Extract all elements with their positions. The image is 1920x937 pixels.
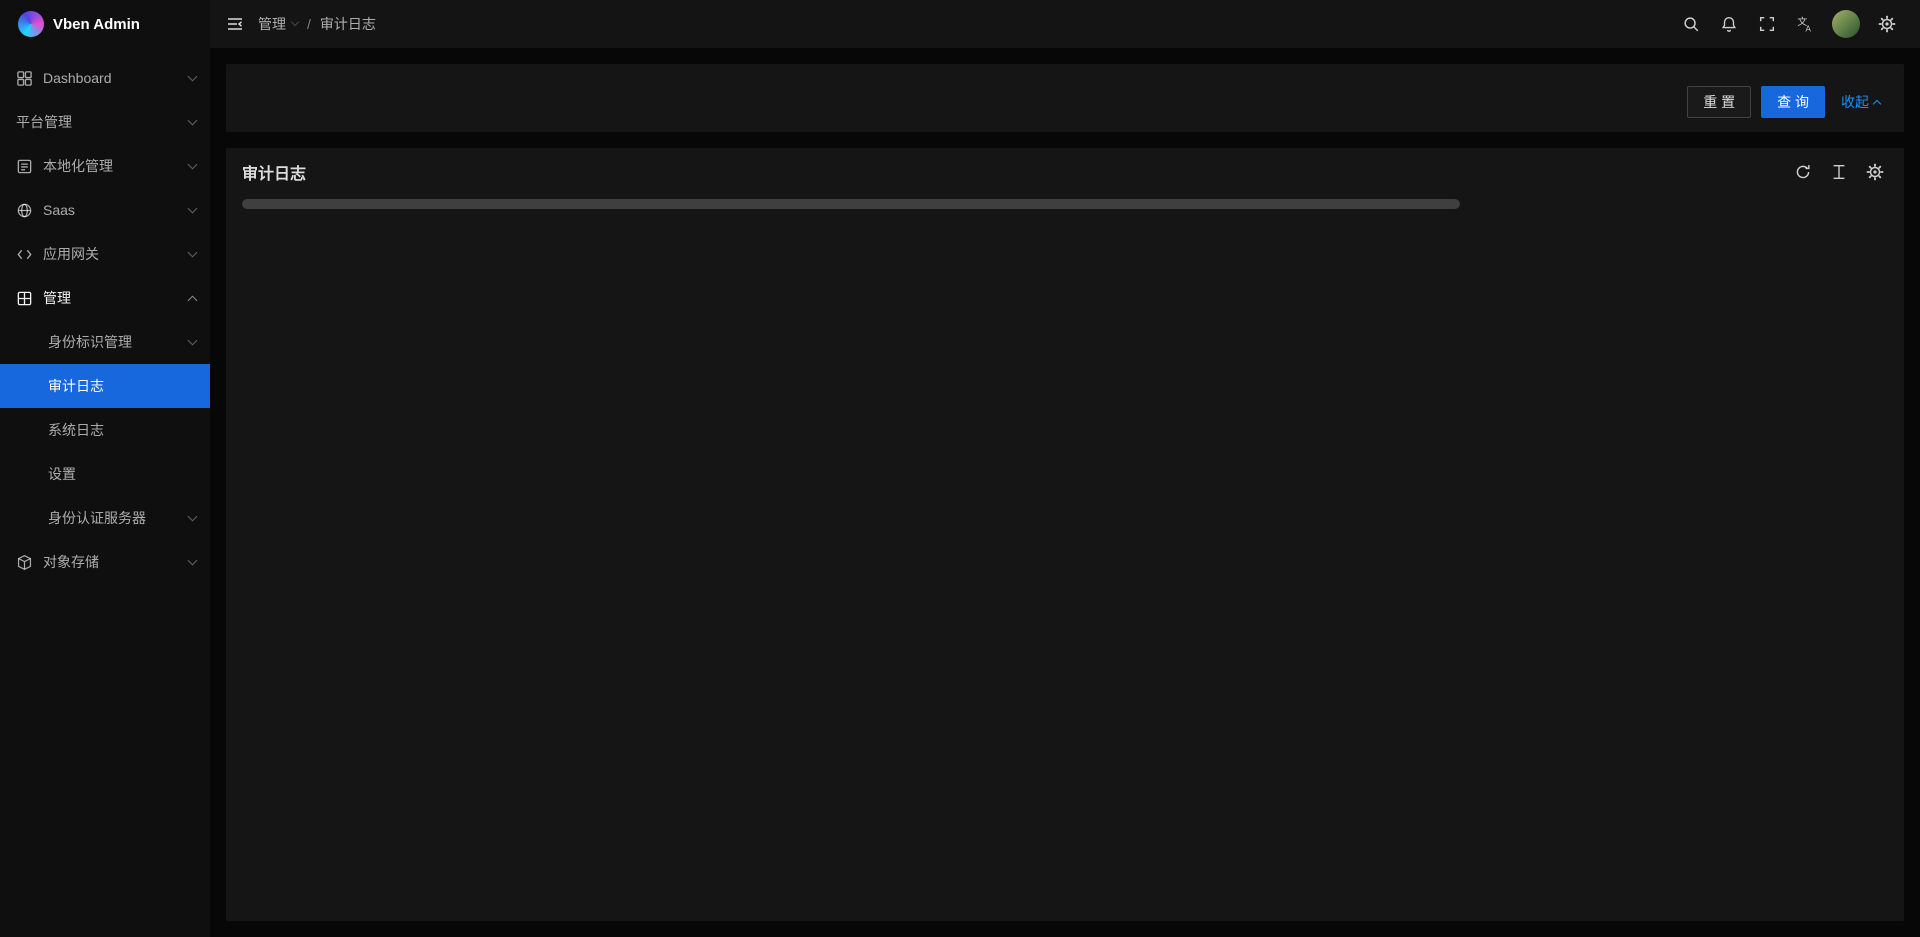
chevron-down-icon <box>188 511 198 521</box>
menu-item-label: 应用网关 <box>43 244 189 264</box>
query-button[interactable]: 查 询 <box>1761 86 1825 118</box>
header-actions: 文A <box>1674 7 1904 41</box>
logo-icon <box>18 11 44 37</box>
table-panel: 审计日志 <box>226 148 1904 921</box>
dashboard-icon <box>16 70 33 87</box>
gateway-icon <box>16 246 33 263</box>
reset-button[interactable]: 重 置 <box>1687 86 1751 118</box>
translate-icon[interactable]: 文A <box>1788 7 1822 41</box>
logo[interactable]: Vben Admin <box>0 0 210 48</box>
chevron-down-icon <box>188 555 198 565</box>
chevron-down-icon <box>188 247 198 257</box>
filter-panel: 重 置 查 询 收起 <box>226 64 1904 132</box>
table-toolbar <box>1790 159 1888 185</box>
sidebar-item-management[interactable]: 管理 <box>0 276 210 320</box>
horizontal-scrollbar[interactable] <box>242 199 1888 209</box>
svg-text:A: A <box>1805 25 1811 33</box>
storage-icon <box>16 554 33 571</box>
saas-icon <box>16 202 33 219</box>
avatar[interactable] <box>1832 10 1860 38</box>
fullscreen-icon[interactable] <box>1750 7 1784 41</box>
management-icon <box>16 290 33 307</box>
content: 重 置 查 询 收起 审计日志 <box>210 48 1920 937</box>
breadcrumb-current: 审计日志 <box>320 14 376 34</box>
breadcrumb-separator: / <box>307 16 311 32</box>
sidebar-item-localization[interactable]: 本地化管理 <box>0 144 210 188</box>
column-settings-icon[interactable] <box>1862 159 1888 185</box>
main-area: 管理 / 审计日志 文A 重 置 查 询 收起 <box>210 0 1920 937</box>
table-header-bar: 审计日志 <box>242 148 1888 196</box>
header: 管理 / 审计日志 文A <box>210 0 1920 48</box>
sidebar: Vben Admin Dashboard 平台管理本地化管理 Saas 应用网关管理身… <box>0 0 210 937</box>
menu-item-label: 审计日志 <box>48 376 196 396</box>
menu-item-label: Saas <box>43 202 189 218</box>
chevron-down-icon <box>188 203 198 213</box>
menu-item-label: 身份认证服务器 <box>48 508 189 528</box>
sidebar-item-platform[interactable]: 平台管理 <box>0 100 210 144</box>
bell-icon[interactable] <box>1712 7 1746 41</box>
sidebar-item-dashboard[interactable]: Dashboard <box>0 56 210 100</box>
scrollbar-thumb[interactable] <box>242 199 1460 209</box>
breadcrumb-parent[interactable]: 管理 <box>258 14 298 34</box>
sidebar-item-identity[interactable]: 身份标识管理 <box>0 320 210 364</box>
menu-item-label: 设置 <box>48 464 196 484</box>
sidebar-item-app-gateway[interactable]: 应用网关 <box>0 232 210 276</box>
menu-item-label: 对象存储 <box>43 552 189 572</box>
row-height-icon[interactable] <box>1826 159 1852 185</box>
sidebar-item-audit-log[interactable]: 审计日志 <box>0 364 210 408</box>
menu-item-label: 管理 <box>43 288 189 308</box>
gear-icon[interactable] <box>1870 7 1904 41</box>
collapse-label: 收起 <box>1841 92 1869 112</box>
chevron-down-icon <box>188 159 198 169</box>
sidebar-item-system-log[interactable]: 系统日志 <box>0 408 210 452</box>
menu-item-label: Dashboard <box>43 70 189 86</box>
refresh-icon[interactable] <box>1790 159 1816 185</box>
app-title: Vben Admin <box>53 16 140 33</box>
chevron-down-icon <box>188 335 198 345</box>
breadcrumb: 管理 / 审计日志 <box>258 14 376 34</box>
breadcrumb-parent-label: 管理 <box>258 14 286 34</box>
chevron-down-icon <box>188 71 198 81</box>
menu-item-label: 身份标识管理 <box>48 332 189 352</box>
chevron-down-icon <box>291 18 299 26</box>
table-title: 审计日志 <box>242 160 306 184</box>
collapse-link[interactable]: 收起 <box>1841 92 1880 112</box>
sidebar-item-auth-server[interactable]: 身份认证服务器 <box>0 496 210 540</box>
sidebar-item-object-storage[interactable]: 对象存储 <box>0 540 210 584</box>
sidebar-item-saas[interactable]: Saas <box>0 188 210 232</box>
chevron-up-icon <box>1873 99 1881 107</box>
sidebar-item-settings[interactable]: 设置 <box>0 452 210 496</box>
menu-item-label: 本地化管理 <box>43 156 189 176</box>
filter-actions: 重 置 查 询 收起 <box>250 86 1880 118</box>
chevron-up-icon <box>188 295 198 305</box>
menu-item-label: 平台管理 <box>16 112 189 132</box>
chevron-down-icon <box>188 115 198 125</box>
menu-fold-icon[interactable] <box>226 15 244 33</box>
sidebar-menu: Dashboard 平台管理本地化管理 Saas 应用网关管理身份标识管理审计日志系统… <box>0 48 210 584</box>
localization-icon <box>16 158 33 175</box>
search-icon[interactable] <box>1674 7 1708 41</box>
menu-item-label: 系统日志 <box>48 420 196 440</box>
